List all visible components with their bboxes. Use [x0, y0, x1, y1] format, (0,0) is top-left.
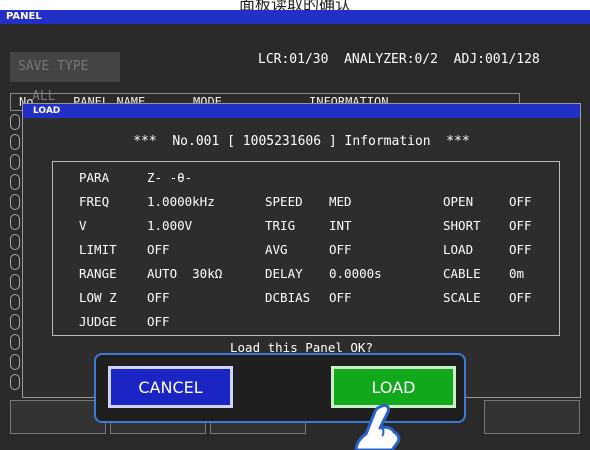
panel-list-marker	[10, 354, 20, 370]
info-label: DELAY	[265, 266, 303, 281]
function-key[interactable]	[484, 400, 580, 434]
save-type-button[interactable]: SAVE TYPE ALL	[10, 52, 120, 104]
info-label: LIMIT	[79, 242, 117, 257]
load-button[interactable]: LOAD	[331, 366, 456, 408]
function-key[interactable]	[10, 400, 106, 434]
panel-info-box: PARA Z- -θ- FREQ 1.0000kHz SPEED MED OPE…	[52, 161, 560, 336]
status-readout: LCR:01/30 ANALYZER:0/2 ADJ:001/128	[258, 52, 540, 67]
panel-list-marker	[10, 374, 20, 390]
panel-list-marker	[10, 214, 20, 230]
info-label: DCBIAS	[265, 290, 311, 305]
info-value: OFF	[147, 290, 170, 305]
info-value: OFF	[509, 242, 532, 257]
save-type-label: SAVE TYPE	[18, 59, 89, 74]
panel-list-marker	[10, 174, 20, 190]
info-label: JUDGE	[79, 314, 117, 329]
info-value: 0.0000s	[329, 266, 382, 281]
panel-list-marker	[10, 234, 20, 250]
info-label: LOAD	[443, 242, 474, 257]
info-label: PARA	[79, 170, 110, 185]
info-value: OFF	[329, 290, 352, 305]
info-label: AVG	[265, 242, 288, 257]
info-label: SPEED	[265, 194, 303, 209]
panel-list-marker	[10, 114, 20, 130]
panel-list-marker	[10, 134, 20, 150]
info-value: MED	[329, 194, 352, 209]
dialog-title-bar: LOAD	[23, 104, 580, 118]
info-value: OFF	[147, 242, 170, 257]
info-label: LOW Z	[79, 290, 117, 305]
info-label: V	[79, 218, 87, 233]
info-label: FREQ	[79, 194, 110, 209]
panel-list-marker	[10, 154, 20, 170]
info-value: INT	[329, 218, 352, 233]
info-value: 1.000V	[147, 218, 193, 233]
info-value: OFF	[509, 218, 532, 233]
panel-list-marker	[10, 194, 20, 210]
info-value: OFF	[509, 194, 532, 209]
pointing-hand-icon	[354, 404, 401, 450]
panel-list-marker	[10, 334, 20, 350]
info-label: RANGE	[79, 266, 117, 281]
info-title: *** No.001 [ 1005231606 ] Information **…	[133, 134, 470, 149]
info-label: TRIG	[265, 218, 296, 233]
cancel-button[interactable]: CANCEL	[108, 366, 233, 408]
info-value: Z- -θ-	[147, 170, 193, 185]
info-value: 1.0000kHz	[147, 194, 215, 209]
panel-list-marker	[10, 254, 20, 270]
info-value: AUTO 30kΩ	[147, 266, 223, 281]
info-label: SHORT	[443, 218, 481, 233]
info-value: 0m	[509, 266, 525, 281]
panel-title-bar: PANEL	[0, 10, 590, 24]
info-label: OPEN	[443, 194, 474, 209]
info-label: SCALE	[443, 290, 481, 305]
panel-list-marker	[10, 294, 20, 310]
info-value: OFF	[329, 242, 352, 257]
info-value: OFF	[509, 290, 532, 305]
info-value: OFF	[147, 314, 170, 329]
panel-list-marker	[10, 314, 20, 330]
info-label: CABLE	[443, 266, 481, 281]
panel-list-marker	[10, 274, 20, 290]
